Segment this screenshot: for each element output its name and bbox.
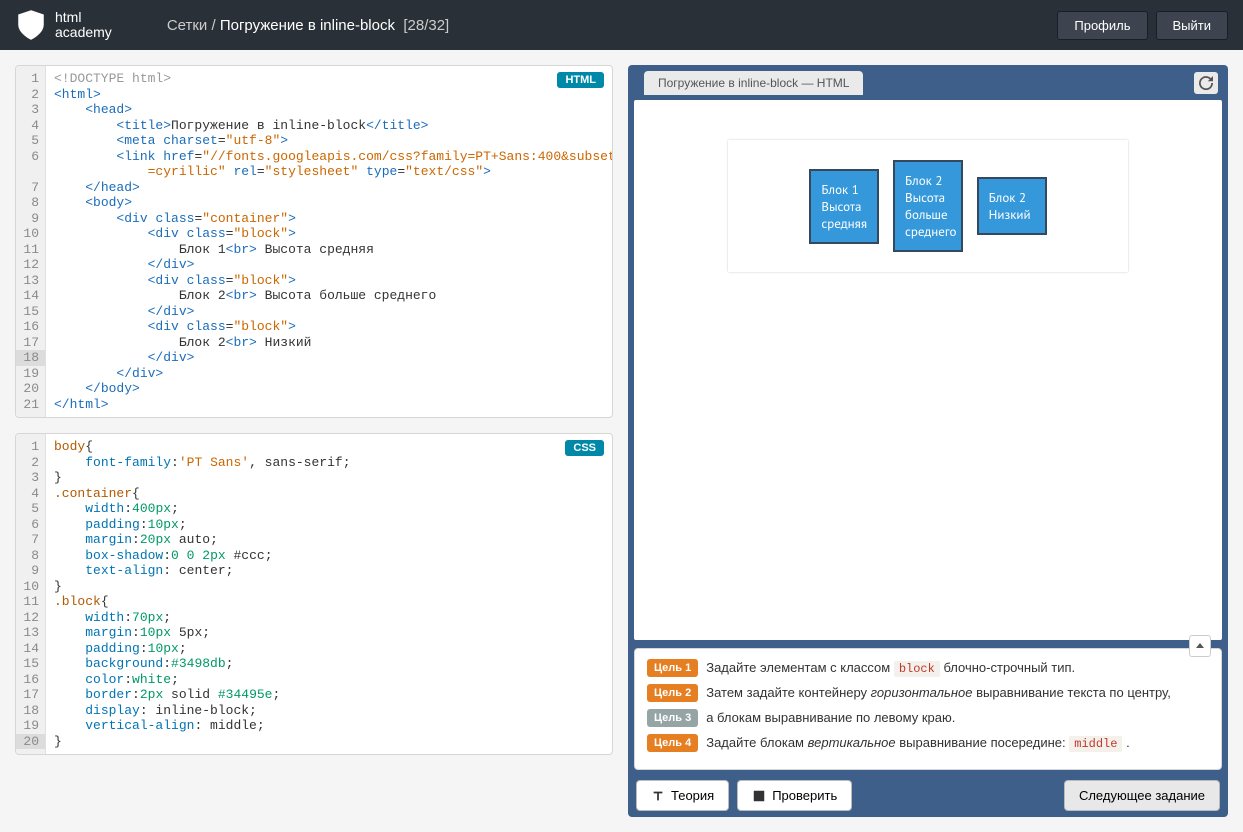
check-icon bbox=[752, 789, 766, 803]
preview-tab-row: Погружение в inline-block — HTML bbox=[634, 71, 1222, 95]
demo-block-1: Блок 1Высота средняя bbox=[809, 169, 879, 244]
html-badge: HTML bbox=[557, 72, 604, 88]
breadcrumb-lesson: Погружение в inline-block bbox=[220, 17, 395, 34]
left-column: HTML 123456789101112131415161718192021 <… bbox=[15, 65, 613, 817]
goal-text-4: Задайте блокам вертикальное выравнивание… bbox=[706, 734, 1129, 752]
preview-tab[interactable]: Погружение в inline-block — HTML bbox=[644, 71, 863, 95]
refresh-button[interactable] bbox=[1194, 72, 1218, 94]
demo-container: Блок 1Высота средняя Блок 2Высота больше… bbox=[728, 140, 1128, 272]
goal-row-3: Цель 3 а блокам выравнивание по левому к… bbox=[647, 709, 1209, 727]
demo-block-3: Блок 2Низкий bbox=[977, 177, 1047, 235]
goal-text-2: Затем задайте контейнеру горизонтальное … bbox=[706, 684, 1171, 702]
right-column: Погружение в inline-block — HTML Блок 1В… bbox=[628, 65, 1228, 817]
css-code-area[interactable]: 1234567891011121314151617181920 body{ fo… bbox=[16, 434, 612, 754]
goal-row-4: Цель 4 Задайте блокам вертикальное вырав… bbox=[647, 734, 1209, 752]
breadcrumb-progress: [28/32] bbox=[403, 17, 449, 34]
goal-badge-2: Цель 2 bbox=[647, 684, 698, 702]
goal-text-3: а блокам выравнивание по левому краю. bbox=[706, 709, 955, 727]
theory-button[interactable]: Теория bbox=[636, 780, 729, 811]
shield-icon bbox=[15, 9, 47, 41]
bottom-bar: Теория Проверить Следующее задание bbox=[634, 780, 1222, 811]
profile-button[interactable]: Профиль bbox=[1057, 11, 1147, 40]
goals-collapse-button[interactable] bbox=[1189, 635, 1211, 657]
preview-frame: Блок 1Высота средняя Блок 2Высота больше… bbox=[634, 100, 1222, 640]
html-gutter: 123456789101112131415161718192021 bbox=[16, 66, 46, 417]
goal-text-1: Задайте элементам с классом block блочно… bbox=[706, 659, 1075, 677]
goal-badge-4: Цель 4 bbox=[647, 734, 698, 752]
app-header: htmlacademy Сетки / Погружение в inline-… bbox=[0, 0, 1243, 50]
check-button[interactable]: Проверить bbox=[737, 780, 852, 811]
demo-block-2: Блок 2Высота больше среднего bbox=[893, 160, 963, 252]
css-badge: CSS bbox=[565, 440, 604, 456]
html-code[interactable]: <!DOCTYPE html> <html> <head> <title>Пог… bbox=[46, 66, 612, 417]
preview-wrapper: Погружение в inline-block — HTML Блок 1В… bbox=[628, 65, 1228, 817]
goals-panel: Цель 1 Задайте элементам с классом block… bbox=[634, 648, 1222, 770]
goal-row-2: Цель 2 Затем задайте контейнеру горизонт… bbox=[647, 684, 1209, 702]
css-editor-panel: CSS 1234567891011121314151617181920 body… bbox=[15, 433, 613, 755]
goal-row-1: Цель 1 Задайте элементам с классом block… bbox=[647, 659, 1209, 677]
goal-badge-3: Цель 3 bbox=[647, 709, 698, 727]
html-editor-panel: HTML 123456789101112131415161718192021 <… bbox=[15, 65, 613, 418]
css-gutter: 1234567891011121314151617181920 bbox=[16, 434, 46, 754]
font-icon bbox=[651, 789, 665, 803]
css-code[interactable]: body{ font-family:'PT Sans', sans-serif;… bbox=[46, 434, 612, 754]
logo-text: htmlacademy bbox=[55, 10, 112, 41]
header-buttons: Профиль Выйти bbox=[1057, 11, 1228, 40]
arrow-up-icon bbox=[1195, 641, 1205, 651]
breadcrumb-category[interactable]: Сетки bbox=[167, 17, 208, 34]
refresh-icon bbox=[1199, 76, 1213, 90]
goal-badge-1: Цель 1 bbox=[647, 659, 698, 677]
next-task-button[interactable]: Следующее задание bbox=[1064, 780, 1220, 811]
logout-button[interactable]: Выйти bbox=[1156, 11, 1229, 40]
breadcrumb: Сетки / Погружение в inline-block [28/32… bbox=[167, 17, 449, 34]
html-code-area[interactable]: 123456789101112131415161718192021 <!DOCT… bbox=[16, 66, 612, 417]
logo[interactable]: htmlacademy bbox=[15, 9, 112, 41]
main-layout: HTML 123456789101112131415161718192021 <… bbox=[0, 50, 1243, 832]
